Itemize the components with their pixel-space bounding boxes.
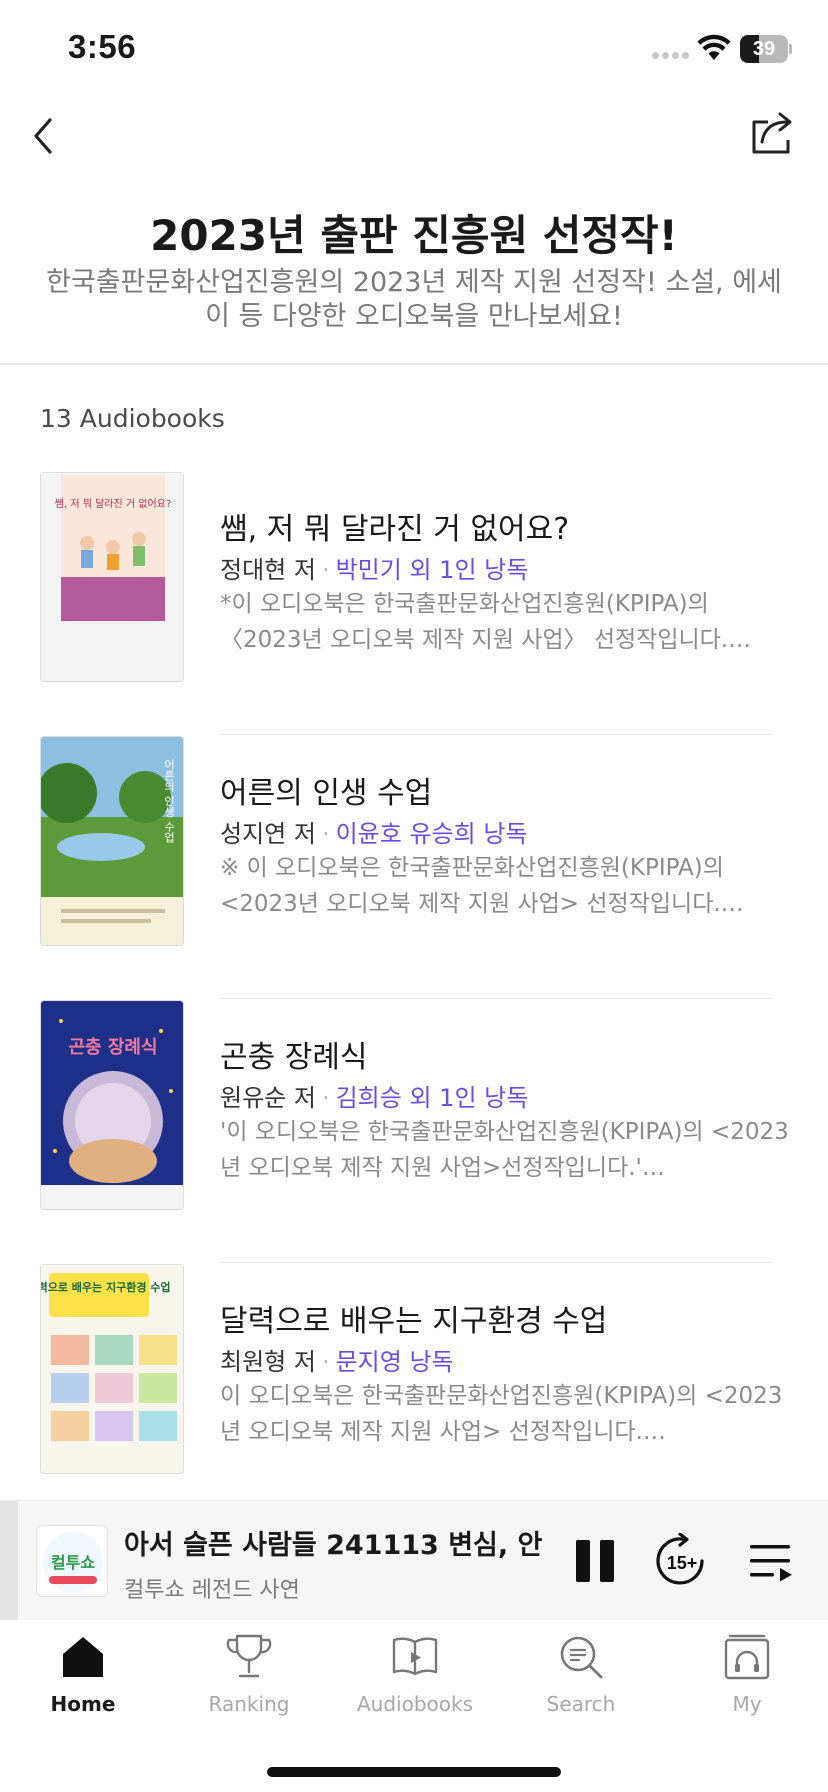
player-thumbnail: 컬투쇼	[36, 1525, 108, 1597]
share-button[interactable]	[748, 108, 798, 158]
player-progress-edge	[0, 1501, 18, 1621]
book-title: 어른의 인생 수업	[220, 776, 433, 811]
book-cover: 어른의 인생 수업	[40, 736, 184, 946]
mini-player[interactable]: 컬투쇼 아서 슬픈 사람들 241113 변심, 안 컬투쇼 레전드 사연 15…	[0, 1500, 828, 1621]
book-meta: 원유순 저 · 김희승 외 1인 낭독	[220, 1078, 528, 1113]
book-author: 성지연 저	[220, 820, 316, 848]
pause-icon	[576, 1540, 614, 1582]
book-description: '이 오디오북은 한국출판문화산업진흥원(KPIPA)의 <2023년 오디오북…	[220, 1119, 789, 1181]
search-icon	[560, 1636, 603, 1679]
tab-label: Home	[50, 1692, 116, 1716]
tab-label: Audiobooks	[356, 1692, 473, 1716]
back-button[interactable]	[26, 112, 66, 160]
book-list-item[interactable]: 어른의 인생 수업 어른의 인생 수업 성지연 저 · 이윤호 유승희 낭독 ※ 이…	[0, 736, 828, 1000]
page-title: 2023년 출판 진흥원 선정작!	[150, 211, 678, 260]
book-list-item[interactable]: 쌤, 저 뭐 달라진 거 없어요? 쌤, 저 뭐 달라진 거 없어요? 정대현 …	[0, 472, 828, 736]
meta-separator: ·	[321, 1084, 330, 1112]
divider	[0, 363, 828, 365]
wifi-icon	[697, 34, 731, 60]
book-play-icon	[392, 1637, 438, 1676]
book-cover: 곤충 장례식	[40, 1000, 184, 1210]
playlist-icon	[750, 1545, 792, 1582]
share-icon	[752, 112, 792, 154]
skip-forward-15-icon: 15+	[656, 1532, 704, 1585]
book-narrator: 김희승 외 1인 낭독	[335, 1084, 529, 1112]
headphones-library-icon	[724, 1634, 770, 1680]
book-cover: 쌤, 저 뭐 달라진 거 없어요?	[40, 472, 184, 682]
tab-my[interactable]: My	[664, 1632, 828, 1732]
book-title: 달력으로 배우는 지구환경 수업	[220, 1304, 608, 1339]
meta-separator: ·	[321, 1348, 330, 1376]
pause-button[interactable]	[574, 1538, 616, 1584]
player-subtitle: 컬투쇼 레전드 사연	[124, 1578, 300, 1603]
page-subtitle: 한국출판문화산업진흥원의 2023년 제작 지원 선정작! 소설, 에세이 등 …	[46, 267, 782, 332]
book-description: *이 오디오북은 한국출판문화산업진흥원(KPIPA)의 〈2023년 오디오북…	[220, 591, 752, 653]
divider	[220, 734, 772, 735]
meta-separator: ·	[321, 556, 330, 584]
cover-title: 곤충 장례식	[68, 1037, 157, 1058]
cellular-signal-icon	[652, 52, 689, 59]
tab-label: Ranking	[208, 1692, 290, 1716]
book-author: 정대현 저	[220, 556, 316, 584]
tab-home[interactable]: Home	[0, 1632, 166, 1732]
tab-label: Search	[546, 1692, 616, 1716]
divider	[220, 998, 772, 999]
battery-icon: 39	[740, 35, 792, 63]
meta-separator: ·	[321, 820, 330, 848]
tab-search[interactable]: Search	[498, 1632, 664, 1732]
battery-percent: 39	[752, 38, 776, 60]
book-author: 최원형 저	[220, 1348, 316, 1376]
book-description: ※ 이 오디오북은 한국출판문화산업진흥원(KPIPA)의 <2023년 오디오…	[220, 855, 744, 917]
home-icon	[63, 1637, 103, 1677]
audiobook-count: 13 Audiobooks	[40, 404, 225, 433]
tab-audiobooks[interactable]: Audiobooks	[332, 1632, 498, 1732]
playlist-button[interactable]	[748, 1541, 794, 1583]
status-bar: 3:56 39	[0, 0, 828, 100]
home-indicator	[267, 1767, 561, 1777]
book-narrator: 박민기 외 1인 낭독	[335, 556, 529, 584]
chevron-left-icon	[34, 118, 52, 154]
skip-label: 15+	[667, 1553, 698, 1573]
cover-title: 어른의 인생 수업	[163, 759, 176, 843]
player-info: 아서 슬픈 사람들 241113 변심, 안 컬투쇼 레전드 사연	[124, 1523, 554, 1603]
divider	[220, 1262, 772, 1263]
thumb-text: 컬투쇼	[51, 1553, 95, 1572]
book-cover: 달력으로 배우는 지구환경 수업	[40, 1264, 184, 1474]
book-narrator: 이윤호 유승희 낭독	[335, 820, 528, 848]
cover-title: 달력으로 배우는 지구환경 수업	[41, 1280, 171, 1294]
trophy-icon	[226, 1634, 272, 1678]
cover-title: 쌤, 저 뭐 달라진 거 없어요?	[55, 497, 171, 510]
book-author: 원유순 저	[220, 1084, 316, 1112]
skip-forward-button[interactable]: 15+	[654, 1532, 710, 1589]
book-narrator: 문지영 낭독	[335, 1348, 454, 1376]
status-time: 3:56	[68, 28, 137, 65]
tab-ranking[interactable]: Ranking	[166, 1632, 332, 1732]
book-meta: 성지연 저 · 이윤호 유승희 낭독	[220, 814, 528, 849]
book-meta: 최원형 저 · 문지영 낭독	[220, 1342, 454, 1377]
book-list-item[interactable]: 달력으로 배우는 지구환경 수업 달력으로 배우는 지구환경 수업 최원형 저 ·…	[0, 1264, 828, 1528]
book-title: 쌤, 저 뭐 달라진 거 없어요?	[220, 512, 570, 547]
book-list-item[interactable]: 곤충 장례식 곤충 장례식 원유순 저 · 김희승 외 1인 낭독 '이 오디오북은…	[0, 1000, 828, 1264]
book-title: 곤충 장례식	[220, 1040, 368, 1075]
tab-label: My	[732, 1692, 762, 1716]
book-meta: 정대현 저 · 박민기 외 1인 낭독	[220, 550, 528, 585]
player-title: 아서 슬픈 사람들 241113 변심, 안	[124, 1530, 543, 1561]
book-description: 이 오디오북은 한국출판문화산업진흥원(KPIPA)의 <2023년 오디오북 …	[220, 1383, 783, 1445]
